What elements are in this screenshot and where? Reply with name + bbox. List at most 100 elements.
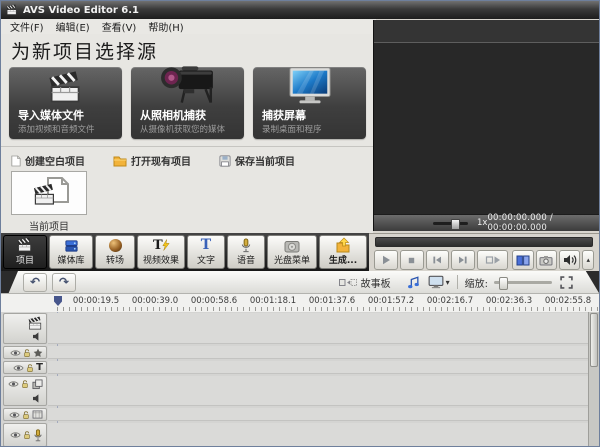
fit-timeline-icon[interactable] <box>560 276 573 289</box>
clapperboard-icon <box>46 70 86 106</box>
microphone-icon <box>240 238 252 253</box>
current-project-item[interactable]: 当前项目 <box>11 171 87 233</box>
main-toolbar: 项目 媒体库 转场 T 视频效果 T 文字 语音 <box>1 233 369 271</box>
lane-video-effects[interactable] <box>48 346 588 359</box>
camcorder-icon <box>159 64 217 106</box>
menu-file[interactable]: 文件(F) <box>4 19 50 34</box>
open-project-link[interactable]: 打开现有项目 <box>113 153 191 168</box>
new-project-link[interactable]: 创建空白项目 <box>11 153 85 168</box>
source-title: 捕获屏幕 <box>262 107 306 123</box>
audio-mixer-button[interactable] <box>407 276 420 289</box>
undo-button[interactable]: ↶ <box>23 273 47 292</box>
current-project-thumbnail <box>11 171 87 215</box>
track-header-main-video[interactable] <box>3 313 47 344</box>
storyboard-icon <box>339 278 357 287</box>
eye-icon[interactable] <box>9 411 20 419</box>
ruler-timestamp: 00:02:36.3 <box>486 296 532 306</box>
volume-popup-button[interactable]: ▴ <box>582 250 594 270</box>
play-button[interactable] <box>374 250 398 270</box>
seek-bar[interactable] <box>375 237 593 247</box>
next-frame-button[interactable] <box>451 250 475 270</box>
tab-text[interactable]: T 文字 <box>187 235 225 269</box>
playhead-marker[interactable] <box>54 296 62 306</box>
eye-icon[interactable] <box>13 364 24 372</box>
split-button[interactable] <box>512 250 533 270</box>
eye-icon[interactable] <box>8 380 19 388</box>
zoom-slider-thumb[interactable] <box>499 277 508 290</box>
disc-menu-icon <box>284 238 300 253</box>
timeline-ruler[interactable]: 00:00:19.5 00:00:39.0 00:00:58.6 00:01:1… <box>1 294 599 313</box>
track-header-scroll-text[interactable] <box>3 408 47 421</box>
preview-header <box>374 20 599 43</box>
vertical-scrollbar[interactable] <box>588 312 599 446</box>
speed-slider-thumb[interactable] <box>451 219 460 230</box>
preview-monitor-button[interactable]: ▾ <box>428 275 450 289</box>
lane-main-video[interactable] <box>48 313 588 344</box>
menu-view[interactable]: 查看(V) <box>96 19 143 34</box>
lane-overlay[interactable] <box>48 376 588 406</box>
tab-media-library[interactable]: 媒体库 <box>49 235 93 269</box>
import-media-button[interactable]: 导入媒体文件 添加视频和音频文件 <box>9 67 122 139</box>
storyboard-toggle[interactable]: 故事板 <box>339 275 391 290</box>
tab-disc-menu[interactable]: 光盘菜单 <box>267 235 317 269</box>
capture-screen-button[interactable]: 捕获屏幕 录制桌面和程序 <box>253 67 366 139</box>
snapshot-button[interactable] <box>536 250 557 270</box>
speed-slider[interactable] <box>433 222 468 225</box>
tab-project[interactable]: 项目 <box>3 235 47 269</box>
new-document-icon <box>11 155 21 167</box>
ruler-timestamp: 00:00:58.6 <box>191 296 237 306</box>
ruler-timestamp: 00:02:16.7 <box>427 296 473 306</box>
eye-icon[interactable] <box>10 431 21 439</box>
monitor-icon <box>428 275 444 289</box>
project-links: 创建空白项目 打开现有项目 保存当前项目 <box>1 146 373 174</box>
preview-panel: 1x 00:00:00.000 / 00:00:00.000 <box>373 20 599 231</box>
source-subtitle: 录制桌面和程序 <box>262 123 322 135</box>
lane-voice[interactable] <box>48 423 588 447</box>
media-library-icon <box>64 238 79 253</box>
tab-label: 光盘菜单 <box>274 253 310 266</box>
lane-text[interactable] <box>48 361 588 374</box>
capture-from-camera-button[interactable]: 从照相机捕获 从摄像机获取您的媒体 <box>131 67 244 139</box>
lock-icon[interactable] <box>23 348 31 358</box>
track-header-video-effects[interactable] <box>3 346 47 359</box>
welcome-panel: 为新项目选择源 导入媒体文件 添加视频和音频文件 从照相机捕获 从摄像机获取您的… <box>1 34 373 233</box>
tab-label: 文字 <box>197 253 215 266</box>
lane-scroll-text[interactable] <box>48 408 588 421</box>
menu-bar: 文件(F) 编辑(E) 查看(V) 帮助(H) <box>1 19 376 35</box>
menu-help[interactable]: 帮助(H) <box>142 19 189 34</box>
overlay-track-icon <box>32 379 43 390</box>
tab-label: 视频效果 <box>143 253 179 266</box>
source-buttons: 导入媒体文件 添加视频和音频文件 从照相机捕获 从摄像机获取您的媒体 捕获屏幕 … <box>9 67 366 139</box>
play-icon <box>381 255 391 265</box>
scrollbar-thumb[interactable] <box>590 313 598 367</box>
track-header-text[interactable]: T <box>3 361 47 374</box>
tab-voice[interactable]: 语音 <box>227 235 265 269</box>
fullscreen-preview-button[interactable] <box>477 250 508 270</box>
lock-icon[interactable] <box>21 379 29 389</box>
menu-edit[interactable]: 编辑(E) <box>50 19 96 34</box>
ruler-timestamp: 00:01:18.1 <box>250 296 296 306</box>
tab-video-effects[interactable]: T 视频效果 <box>137 235 185 269</box>
save-project-link[interactable]: 保存当前项目 <box>219 153 295 168</box>
lock-icon[interactable] <box>26 363 34 373</box>
video-effects-icon: T <box>153 238 169 253</box>
timeline-zoom-slider[interactable] <box>494 281 552 284</box>
volume-button[interactable] <box>559 250 580 270</box>
tab-label: 转场 <box>106 253 124 266</box>
track-header-overlay[interactable] <box>3 376 47 406</box>
previous-frame-button[interactable] <box>426 250 450 270</box>
track-header-voice[interactable] <box>3 423 47 447</box>
eye-icon[interactable] <box>10 349 21 357</box>
transition-sphere-icon <box>109 238 122 253</box>
title-bar[interactable]: AVS Video Editor 6.1 <box>1 1 599 19</box>
lock-icon[interactable] <box>22 410 30 420</box>
stop-button[interactable] <box>400 250 424 270</box>
link-label: 保存当前项目 <box>235 153 295 168</box>
ruler-timestamp: 00:02:55.8 <box>545 296 591 306</box>
lock-icon[interactable] <box>23 430 31 440</box>
tab-transitions[interactable]: 转场 <box>95 235 135 269</box>
next-frame-icon <box>458 255 468 265</box>
split-icon <box>516 255 530 266</box>
tab-produce[interactable]: 生成... <box>319 235 367 269</box>
redo-button[interactable]: ↷ <box>52 273 76 292</box>
